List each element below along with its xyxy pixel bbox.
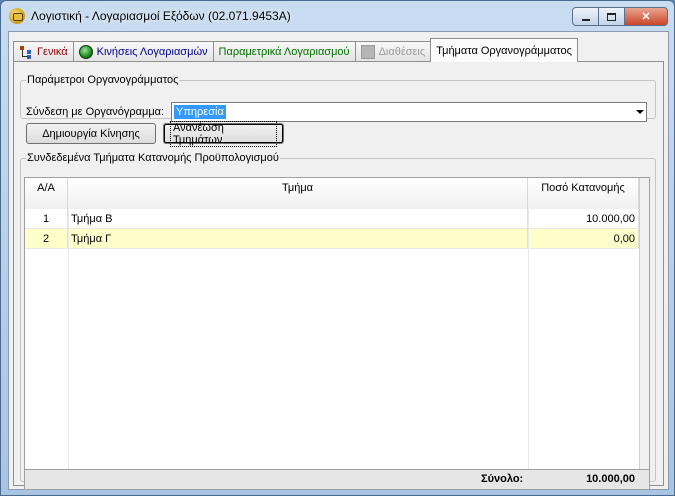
column-header-number[interactable]: Α/Α	[25, 178, 68, 209]
window-controls: ✕	[572, 7, 668, 26]
refresh-departments-label: Ανανέωση Τμημάτων	[170, 120, 277, 147]
org-link-label: Σύνδεση με Οργανόγραμμα:	[26, 106, 165, 118]
maximize-button[interactable]	[598, 7, 625, 26]
globe-icon	[78, 45, 93, 59]
window-title: Λογιστική - Λογαριασμοί Εξόδων (02.071.9…	[31, 9, 291, 23]
grid-scroll-gutter[interactable]	[639, 178, 649, 469]
departments-grid: Α/Α Τμήμα Ποσό Κατανομής 1 Τμήμα Β 10.00…	[24, 177, 650, 470]
column-header-amount[interactable]: Ποσό Κατανομής	[528, 178, 639, 209]
tab-account-movements[interactable]: Κινήσεις Λογαριασμών	[72, 41, 214, 62]
close-button[interactable]: ✕	[624, 7, 668, 26]
tab-general-label: Γενικά	[37, 46, 68, 58]
minimize-icon	[581, 18, 590, 21]
tab-general[interactable]: Γενικά	[13, 41, 74, 62]
grid-header: Α/Α Τμήμα Ποσό Κατανομής	[25, 178, 639, 209]
app-icon	[9, 8, 25, 24]
app-window: Λογιστική - Λογαριασμοί Εξόδων (02.071.9…	[0, 0, 675, 496]
table-row[interactable]: 2 Τμήμα Γ 0,00	[25, 229, 639, 249]
tab-org-departments-label: Τμήματα Οργανογράμματος	[436, 44, 572, 57]
tab-dispositions: Διαθέσεις	[354, 41, 432, 62]
refresh-departments-button[interactable]: Ανανέωση Τμημάτων	[163, 120, 284, 147]
table-row[interactable]: 1 Τμήμα Β 10.000,00	[25, 209, 639, 229]
org-params-group: Παράμετροι Οργανογράμματος Σύνδεση με Ορ…	[20, 74, 656, 122]
row-number: 2	[25, 229, 68, 248]
org-link-select[interactable]: Υπηρεσία	[171, 102, 647, 122]
org-params-legend: Παράμετροι Οργανογράμματος	[27, 74, 179, 86]
chevron-down-icon[interactable]	[636, 110, 644, 114]
row-number: 1	[25, 209, 68, 228]
column-header-department[interactable]: Τμήμα	[68, 178, 528, 209]
column-divider	[68, 209, 69, 469]
close-icon: ✕	[641, 11, 651, 23]
org-tree-icon	[19, 45, 33, 59]
tab-account-movements-label: Κινήσεις Λογαριασμών	[96, 46, 208, 58]
minimize-button[interactable]	[572, 7, 599, 26]
total-value: 10.000,00	[586, 473, 635, 485]
title-bar[interactable]: Λογιστική - Λογαριασμοί Εξόδων (02.071.9…	[1, 1, 674, 31]
org-link-value: Υπηρεσία	[174, 105, 226, 119]
maximize-icon	[607, 12, 616, 21]
row-department: Τμήμα Β	[68, 209, 528, 228]
total-label: Σύνολο:	[481, 473, 524, 485]
tab-page-org-departments: Παράμετροι Οργανογράμματος Σύνδεση με Ορ…	[13, 61, 664, 490]
row-department: Τμήμα Γ	[68, 229, 528, 248]
row-amount: 10.000,00	[528, 209, 639, 228]
linked-departments-legend: Συνδεδεμένα Τμήματα Κατανομής Προϋπολογι…	[27, 152, 279, 164]
grid-footer: Σύνολο: 10.000,00	[24, 470, 650, 490]
tab-dispositions-label: Διαθέσεις	[378, 46, 426, 58]
tab-bar: Γενικά Κινήσεις Λογαριασμών Παραμετρικά …	[13, 38, 578, 62]
tab-parametric-accounts-label: Παραμετρικά Λογαριασμού	[218, 46, 350, 58]
disabled-icon	[360, 45, 375, 59]
client-area: Γενικά Κινήσεις Λογαριασμών Παραμετρικά …	[8, 31, 669, 490]
row-amount: 0,00	[528, 229, 639, 248]
create-movement-label: Δημιουργία Κίνησης	[42, 127, 140, 140]
column-divider	[528, 209, 529, 469]
linked-departments-group: Συνδεδεμένα Τμήματα Κατανομής Προϋπολογι…	[20, 152, 656, 490]
tab-org-departments[interactable]: Τμήματα Οργανογράμματος	[430, 38, 578, 62]
create-movement-button[interactable]: Δημιουργία Κίνησης	[26, 123, 156, 144]
grid-rows: 1 Τμήμα Β 10.000,00 2 Τμήμα Γ 0,00	[25, 209, 639, 249]
tab-parametric-accounts[interactable]: Παραμετρικά Λογαριασμού	[212, 41, 356, 62]
